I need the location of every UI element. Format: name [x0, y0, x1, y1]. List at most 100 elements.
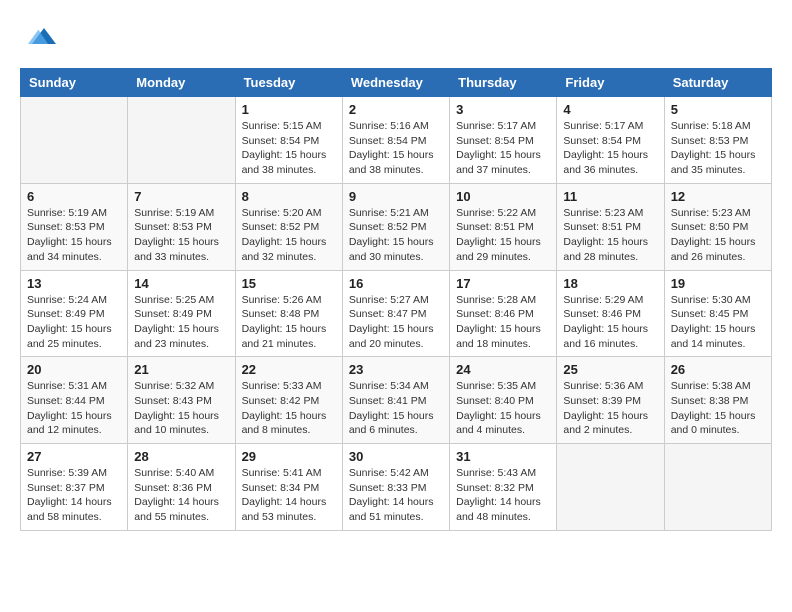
calendar-header-sunday: Sunday	[21, 69, 128, 97]
day-number: 18	[563, 276, 657, 291]
calendar-day-cell: 19 Sunrise: 5:30 AMSunset: 8:45 PMDayligh…	[664, 270, 771, 357]
calendar-day-cell: 10Sunrise: 5:22 AMSunset: 8:51 PMDayligh…	[450, 183, 557, 270]
day-info: Sunrise: 5:40 AMSunset: 8:36 PMDaylight:…	[134, 466, 228, 525]
calendar-day-cell: 4Sunrise: 5:17 AMSunset: 8:54 PMDaylight…	[557, 97, 664, 184]
calendar-day-cell: 11 Sunrise: 5:23 AMSunset: 8:51 PMDayligh…	[557, 183, 664, 270]
calendar-day-cell	[21, 97, 128, 184]
calendar-header-saturday: Saturday	[664, 69, 771, 97]
calendar-week-row: 27 Sunrise: 5:39 AMSunset: 8:37 PMDayligh…	[21, 444, 772, 531]
calendar-header-row: SundayMondayTuesdayWednesdayThursdayFrid…	[21, 69, 772, 97]
calendar-day-cell: 23 Sunrise: 5:34 AMSunset: 8:41 PMDayligh…	[342, 357, 449, 444]
day-info: Sunrise: 5:38 AMSunset: 8:38 PMDaylight:…	[671, 379, 765, 438]
day-info: Sunrise: 5:18 AMSunset: 8:53 PMDaylight:…	[671, 119, 765, 178]
calendar-day-cell: 18 Sunrise: 5:29 AMSunset: 8:46 PMDayligh…	[557, 270, 664, 357]
calendar-day-cell	[664, 444, 771, 531]
calendar-day-cell: 21 Sunrise: 5:32 AMSunset: 8:43 PMDayligh…	[128, 357, 235, 444]
day-info: Sunrise: 5:17 AMSunset: 8:54 PMDaylight:…	[456, 119, 550, 178]
calendar-header-wednesday: Wednesday	[342, 69, 449, 97]
day-number: 8	[242, 189, 336, 204]
day-info: Sunrise: 5:27 AMSunset: 8:47 PMDaylight:…	[349, 293, 443, 352]
calendar-day-cell: 29 Sunrise: 5:41 AMSunset: 8:34 PMDayligh…	[235, 444, 342, 531]
day-info: Sunrise: 5:35 AMSunset: 8:40 PMDaylight:…	[456, 379, 550, 438]
calendar-day-cell: 9 Sunrise: 5:21 AMSunset: 8:52 PMDaylight…	[342, 183, 449, 270]
day-info: Sunrise: 5:20 AMSunset: 8:52 PMDaylight:…	[242, 206, 336, 265]
calendar-day-cell: 7Sunrise: 5:19 AMSunset: 8:53 PMDaylight…	[128, 183, 235, 270]
calendar-day-cell: 16 Sunrise: 5:27 AMSunset: 8:47 PMDayligh…	[342, 270, 449, 357]
calendar-day-cell: 3Sunrise: 5:17 AMSunset: 8:54 PMDaylight…	[450, 97, 557, 184]
calendar-day-cell: 14 Sunrise: 5:25 AMSunset: 8:49 PMDayligh…	[128, 270, 235, 357]
day-info: Sunrise: 5:42 AMSunset: 8:33 PMDaylight:…	[349, 466, 443, 525]
day-info: Sunrise: 5:25 AMSunset: 8:49 PMDaylight:…	[134, 293, 228, 352]
calendar-week-row: 13 Sunrise: 5:24 AMSunset: 8:49 PMDayligh…	[21, 270, 772, 357]
day-number: 13	[27, 276, 121, 291]
calendar-day-cell: 5 Sunrise: 5:18 AMSunset: 8:53 PMDaylight…	[664, 97, 771, 184]
day-number: 27	[27, 449, 121, 464]
day-number: 26	[671, 362, 765, 377]
day-info: Sunrise: 5:15 AMSunset: 8:54 PMDaylight:…	[242, 119, 336, 178]
day-info: Sunrise: 5:28 AMSunset: 8:46 PMDaylight:…	[456, 293, 550, 352]
day-number: 1	[242, 102, 336, 117]
day-number: 10	[456, 189, 550, 204]
logo-icon	[24, 20, 56, 52]
logo	[20, 20, 56, 52]
calendar-day-cell: 28 Sunrise: 5:40 AMSunset: 8:36 PMDayligh…	[128, 444, 235, 531]
calendar-day-cell: 20 Sunrise: 5:31 AMSunset: 8:44 PMDayligh…	[21, 357, 128, 444]
day-info: Sunrise: 5:21 AMSunset: 8:52 PMDaylight:…	[349, 206, 443, 265]
day-number: 29	[242, 449, 336, 464]
calendar-day-cell: 12 Sunrise: 5:23 AMSunset: 8:50 PMDayligh…	[664, 183, 771, 270]
calendar-day-cell: 15Sunrise: 5:26 AMSunset: 8:48 PMDayligh…	[235, 270, 342, 357]
day-info: Sunrise: 5:43 AMSunset: 8:32 PMDaylight:…	[456, 466, 550, 525]
calendar-day-cell: 30 Sunrise: 5:42 AMSunset: 8:33 PMDayligh…	[342, 444, 449, 531]
calendar-week-row: 20 Sunrise: 5:31 AMSunset: 8:44 PMDayligh…	[21, 357, 772, 444]
calendar-day-cell: 31 Sunrise: 5:43 AMSunset: 8:32 PMDayligh…	[450, 444, 557, 531]
day-info: Sunrise: 5:33 AMSunset: 8:42 PMDaylight:…	[242, 379, 336, 438]
day-number: 20	[27, 362, 121, 377]
day-number: 7	[134, 189, 228, 204]
calendar-table: SundayMondayTuesdayWednesdayThursdayFrid…	[20, 68, 772, 531]
day-info: Sunrise: 5:26 AMSunset: 8:48 PMDaylight:…	[242, 293, 336, 352]
day-number: 5	[671, 102, 765, 117]
day-info: Sunrise: 5:39 AMSunset: 8:37 PMDaylight:…	[27, 466, 121, 525]
calendar-day-cell: 27 Sunrise: 5:39 AMSunset: 8:37 PMDayligh…	[21, 444, 128, 531]
calendar-day-cell: 25Sunrise: 5:36 AMSunset: 8:39 PMDayligh…	[557, 357, 664, 444]
day-number: 23	[349, 362, 443, 377]
day-number: 31	[456, 449, 550, 464]
day-info: Sunrise: 5:24 AMSunset: 8:49 PMDaylight:…	[27, 293, 121, 352]
day-number: 30	[349, 449, 443, 464]
day-number: 4	[563, 102, 657, 117]
calendar-day-cell: 24Sunrise: 5:35 AMSunset: 8:40 PMDayligh…	[450, 357, 557, 444]
day-number: 12	[671, 189, 765, 204]
day-number: 17	[456, 276, 550, 291]
day-number: 21	[134, 362, 228, 377]
day-info: Sunrise: 5:23 AMSunset: 8:50 PMDaylight:…	[671, 206, 765, 265]
calendar-day-cell	[557, 444, 664, 531]
day-number: 28	[134, 449, 228, 464]
day-info: Sunrise: 5:29 AMSunset: 8:46 PMDaylight:…	[563, 293, 657, 352]
day-info: Sunrise: 5:32 AMSunset: 8:43 PMDaylight:…	[134, 379, 228, 438]
day-number: 19	[671, 276, 765, 291]
page-header	[20, 20, 772, 52]
calendar-header-monday: Monday	[128, 69, 235, 97]
day-number: 16	[349, 276, 443, 291]
day-info: Sunrise: 5:31 AMSunset: 8:44 PMDaylight:…	[27, 379, 121, 438]
day-number: 11	[563, 189, 657, 204]
day-number: 2	[349, 102, 443, 117]
calendar-day-cell: 2 Sunrise: 5:16 AMSunset: 8:54 PMDaylight…	[342, 97, 449, 184]
calendar-day-cell: 6Sunrise: 5:19 AMSunset: 8:53 PMDaylight…	[21, 183, 128, 270]
calendar-day-cell: 13 Sunrise: 5:24 AMSunset: 8:49 PMDayligh…	[21, 270, 128, 357]
day-info: Sunrise: 5:30 AMSunset: 8:45 PMDaylight:…	[671, 293, 765, 352]
calendar-day-cell: 8 Sunrise: 5:20 AMSunset: 8:52 PMDaylight…	[235, 183, 342, 270]
day-info: Sunrise: 5:34 AMSunset: 8:41 PMDaylight:…	[349, 379, 443, 438]
day-info: Sunrise: 5:41 AMSunset: 8:34 PMDaylight:…	[242, 466, 336, 525]
day-info: Sunrise: 5:16 AMSunset: 8:54 PMDaylight:…	[349, 119, 443, 178]
day-number: 9	[349, 189, 443, 204]
calendar-header-tuesday: Tuesday	[235, 69, 342, 97]
day-number: 25	[563, 362, 657, 377]
day-info: Sunrise: 5:23 AMSunset: 8:51 PMDaylight:…	[563, 206, 657, 265]
calendar-day-cell: 22 Sunrise: 5:33 AMSunset: 8:42 PMDayligh…	[235, 357, 342, 444]
day-number: 22	[242, 362, 336, 377]
day-info: Sunrise: 5:19 AMSunset: 8:53 PMDaylight:…	[27, 206, 121, 265]
day-number: 14	[134, 276, 228, 291]
calendar-day-cell: 26 Sunrise: 5:38 AMSunset: 8:38 PMDayligh…	[664, 357, 771, 444]
calendar-header-thursday: Thursday	[450, 69, 557, 97]
